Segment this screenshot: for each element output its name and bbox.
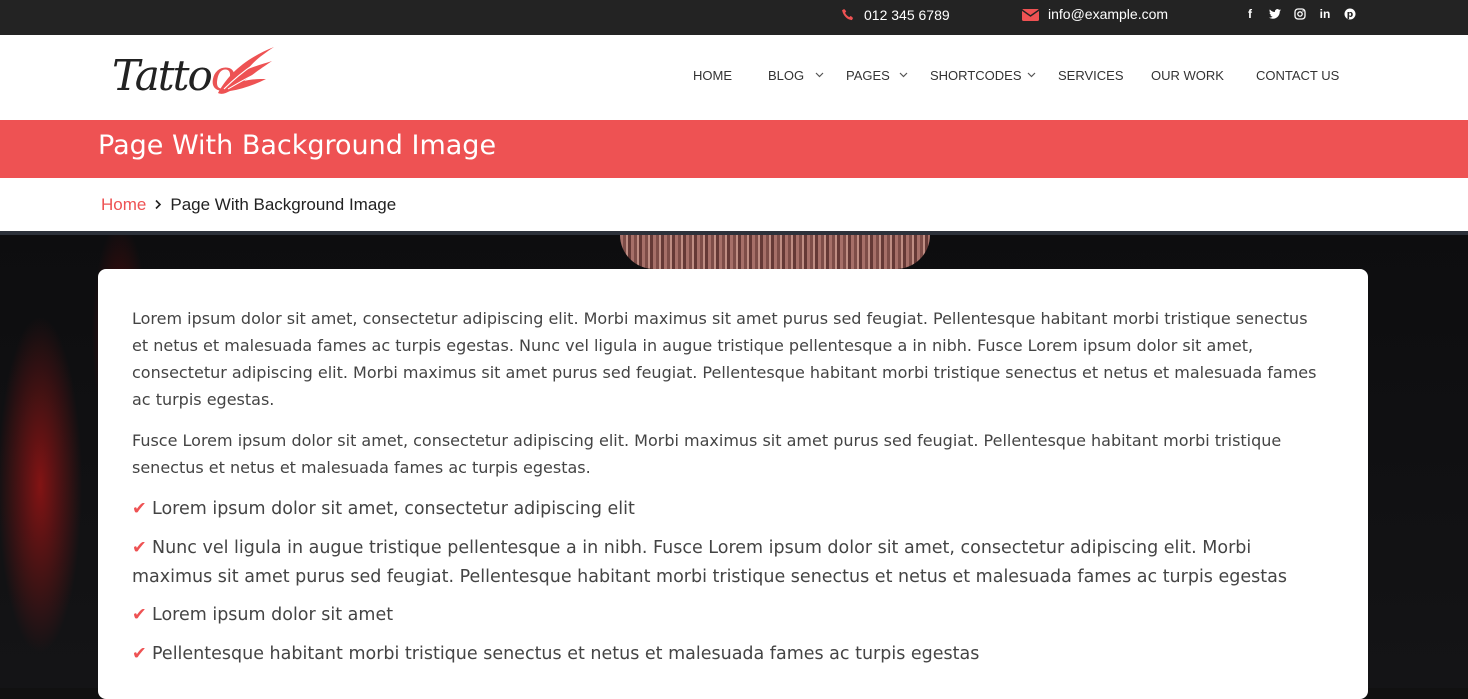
chevron-right-icon (154, 195, 162, 215)
nav-shortcodes[interactable]: SHORTCODES (930, 68, 1022, 83)
content-paragraph: Lorem ipsum dolor sit amet, consectetur … (132, 309, 1317, 409)
top-bar: 012 345 6789 info@example.com f in p (0, 0, 1468, 35)
content-paragraph: Fusce Lorem ipsum dolor sit amet, consec… (132, 431, 1282, 477)
list-item: ✔ Lorem ipsum dolor sit amet, consectetur… (132, 495, 1322, 524)
nav-blog[interactable]: BLOG (768, 68, 804, 83)
linkedin-icon[interactable]: in (1319, 7, 1331, 21)
facebook-icon[interactable]: f (1244, 7, 1256, 21)
email-address[interactable]: info@example.com (1048, 6, 1168, 22)
svg-text:p: p (1347, 10, 1354, 20)
content-card: Lorem ipsum dolor sit amet, consectetur … (98, 269, 1368, 699)
site-logo[interactable]: Tattoo (112, 45, 282, 107)
twitter-icon[interactable] (1269, 7, 1281, 21)
check-icon: ✔ (132, 499, 147, 519)
phone-contact[interactable]: 012 345 6789 (841, 7, 950, 23)
nav-services[interactable]: SERVICES (1058, 68, 1124, 83)
chevron-down-icon[interactable] (815, 71, 824, 79)
pinterest-icon[interactable]: p (1344, 7, 1356, 21)
check-icon: ✔ (132, 644, 147, 664)
check-icon: ✔ (132, 605, 147, 625)
envelope-icon (1022, 8, 1039, 21)
breadcrumb-current: Page With Background Image (170, 195, 397, 214)
nav-contact-us[interactable]: CONTACT US (1256, 68, 1339, 83)
background-image-hair (620, 235, 930, 269)
list-item: ✔ Nunc vel ligula in augue tristique pell… (132, 534, 1322, 592)
email-contact[interactable]: info@example.com (1022, 6, 1168, 22)
nav-home[interactable]: HOME (693, 68, 732, 83)
list-item: ✔ Lorem ipsum dolor sit amet (132, 601, 1322, 630)
social-links: f in p (1244, 7, 1356, 21)
instagram-icon[interactable] (1294, 7, 1306, 21)
check-icon: ✔ (132, 538, 147, 558)
nav-pages[interactable]: PAGES (846, 68, 890, 83)
phone-number[interactable]: 012 345 6789 (864, 7, 950, 23)
wing-icon (218, 47, 274, 94)
chevron-down-icon[interactable] (1027, 71, 1036, 79)
page-title-banner: Page With Background Image (0, 120, 1468, 178)
breadcrumb: Home Page With Background Image (0, 178, 1468, 231)
breadcrumb-home-link[interactable]: Home (101, 195, 146, 215)
nav-our-work[interactable]: OUR WORK (1151, 68, 1224, 83)
phone-icon (841, 8, 855, 22)
page-title: Page With Background Image (98, 130, 497, 161)
list-item: ✔ Pellentesque habitant morbi tristique s… (132, 640, 1322, 669)
chevron-down-icon[interactable] (899, 71, 908, 79)
site-header: Tattoo HOME BLOG PAGES SHORTCODES SERVIC… (0, 35, 1468, 120)
